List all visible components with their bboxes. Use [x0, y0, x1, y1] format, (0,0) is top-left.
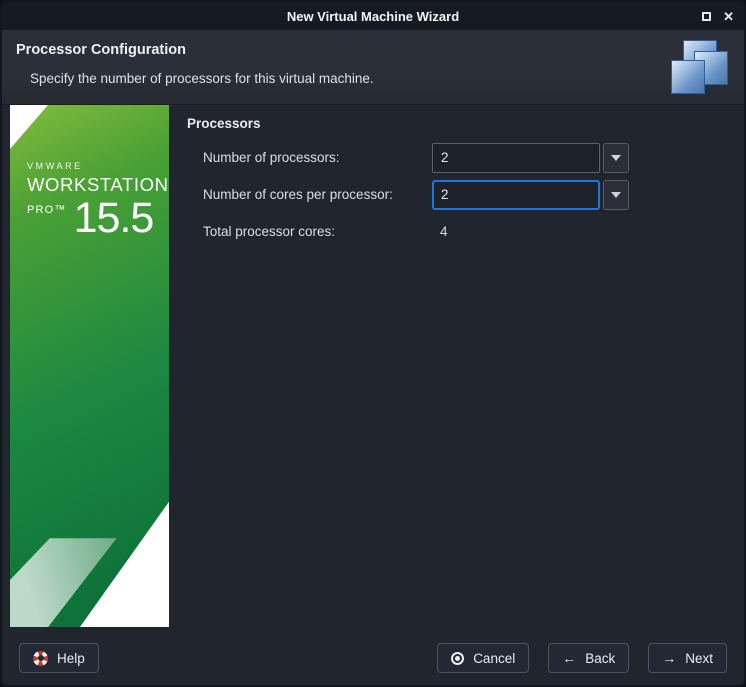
cores-dropdown: 2 — [432, 179, 629, 210]
window-square-front — [671, 60, 705, 94]
vmware-brand-text: VMWARE WORKSTATION PRO™ 15.5 — [27, 161, 169, 239]
row-cores-per-processor: Number of cores per processor: 2 — [203, 176, 744, 213]
window-title: New Virtual Machine Wizard — [286, 8, 460, 24]
processors-dropdown-value[interactable]: 2 — [432, 142, 600, 173]
processors-dropdown: 2 — [432, 142, 629, 173]
cores-dropdown-button[interactable] — [603, 179, 629, 210]
brand-workstation: WORKSTATION — [27, 174, 169, 195]
new-vm-wizard-window: New Virtual Machine Wizard ✕ Processor C… — [0, 0, 746, 687]
row-total-cores: Total processor cores: 4 — [203, 213, 744, 250]
overlapping-windows-icon — [671, 40, 729, 100]
page-title: Processor Configuration — [16, 42, 186, 58]
total-cores-value: 4 — [440, 224, 448, 239]
page-subtitle: Specify the number of processors for thi… — [30, 71, 374, 86]
processor-form: Processors Number of processors: 2 Numbe… — [177, 105, 744, 633]
help-button-label: Help — [57, 650, 85, 666]
brand-version: 15.5 — [73, 194, 155, 242]
group-title-processors: Processors — [187, 116, 261, 131]
wizard-header: Processor Configuration Specify the numb… — [2, 30, 744, 105]
chevron-down-icon — [611, 154, 621, 161]
label-number-of-processors: Number of processors: — [203, 150, 340, 165]
wizard-body: VMWARE WORKSTATION PRO™ 15.5 Processors … — [2, 105, 744, 633]
cancel-circle-icon — [451, 651, 465, 665]
cancel-button-label: Cancel — [473, 650, 516, 666]
help-button[interactable]: Help — [19, 643, 99, 673]
vmware-brand-sidebar: VMWARE WORKSTATION PRO™ 15.5 — [10, 105, 169, 627]
window-controls: ✕ — [702, 2, 734, 30]
cancel-button[interactable]: Cancel — [437, 643, 530, 673]
brand-vmware: VMWARE — [27, 161, 83, 171]
next-button-label: Next — [685, 650, 713, 666]
back-button-label: Back — [585, 650, 616, 666]
close-icon[interactable]: ✕ — [723, 10, 734, 23]
label-total-cores: Total processor cores: — [203, 224, 336, 239]
next-button[interactable]: → Next — [648, 643, 727, 673]
row-number-of-processors: Number of processors: 2 — [203, 139, 744, 176]
maximize-icon[interactable] — [702, 11, 712, 21]
processors-dropdown-button[interactable] — [603, 142, 629, 173]
arrow-left-icon: ← — [562, 650, 577, 666]
life-buoy-icon — [33, 650, 48, 666]
chevron-down-icon — [611, 191, 621, 198]
label-cores-per-processor: Number of cores per processor: — [203, 187, 393, 202]
top-corner-triangle — [10, 105, 48, 149]
titlebar[interactable]: New Virtual Machine Wizard ✕ — [2, 2, 744, 30]
wizard-footer: Help Cancel ← Back → Next — [2, 631, 744, 685]
cores-dropdown-value[interactable]: 2 — [432, 179, 600, 210]
arrow-right-icon: → — [662, 650, 677, 666]
brand-pro: PRO™ — [27, 204, 67, 216]
back-button[interactable]: ← Back — [548, 643, 630, 673]
